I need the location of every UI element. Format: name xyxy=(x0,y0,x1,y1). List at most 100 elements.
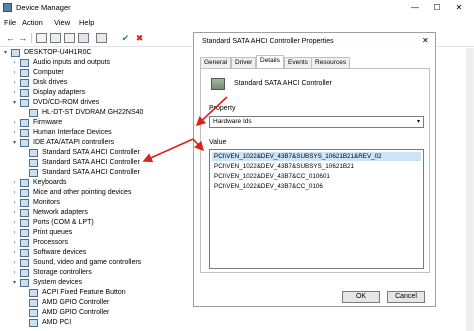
property-dropdown[interactable]: Hardware Ids ▾ xyxy=(209,116,424,128)
menu-action[interactable]: Action xyxy=(22,18,43,27)
close-button[interactable]: ✕ xyxy=(448,0,470,16)
tree-item[interactable]: › Network adapters xyxy=(11,208,192,218)
tree-item[interactable]: ▾ DVD/CD-ROM drives xyxy=(11,98,192,108)
tree-item-label: DVD/CD-ROM drives xyxy=(33,99,100,106)
menu-file[interactable]: File xyxy=(4,18,16,27)
tree-item[interactable]: › Keyboards xyxy=(11,178,192,188)
value-row[interactable]: PCI\VEN_1022&DEV_43B7&SUBSYS_10621B21 xyxy=(212,162,354,171)
tree-item[interactable]: › Software devices xyxy=(11,248,192,258)
expand-chevron-icon[interactable]: › xyxy=(11,218,18,228)
expand-chevron-icon[interactable]: › xyxy=(11,178,18,188)
tree-item-label: Display adapters xyxy=(33,89,86,96)
scan-hardware-icon[interactable] xyxy=(64,33,75,43)
tree-item[interactable]: ▾ IDE ATA/ATAPI controllers xyxy=(11,138,192,148)
menu-view[interactable]: View xyxy=(54,18,70,27)
uninstall-device-icon[interactable]: ✖ xyxy=(134,33,145,43)
expand-chevron-icon[interactable]: ▾ xyxy=(11,138,18,148)
value-row[interactable]: PCI\VEN_1022&DEV_43B7&SUBSYS_10621B21&RE… xyxy=(212,152,421,161)
tab-general[interactable]: General xyxy=(200,57,232,68)
expand-chevron-icon[interactable]: ▾ xyxy=(11,278,18,288)
property-label: Property xyxy=(209,105,236,112)
tree-item-label: Computer xyxy=(33,69,64,76)
tree-item[interactable]: AMD GPIO Controller xyxy=(20,298,192,308)
expand-chevron-icon[interactable]: › xyxy=(11,118,18,128)
tree-item-label: ACPI Fixed Feature Button xyxy=(42,289,126,296)
tree-item[interactable]: › Sound, video and game controllers xyxy=(11,258,192,268)
tree-item[interactable]: › Ports (COM & LPT) xyxy=(11,218,192,228)
tree-item-label: DESKTOP-U4H1R0C xyxy=(24,49,92,56)
tree-item[interactable]: ▾ DESKTOP-U4H1R0C xyxy=(2,48,192,58)
tab-details[interactable]: Details xyxy=(256,55,284,68)
properties-dialog: Standard SATA AHCI Controller Properties… xyxy=(193,32,436,307)
monitor-icon[interactable] xyxy=(78,33,89,43)
expand-chevron-icon[interactable]: › xyxy=(11,228,18,238)
cancel-button[interactable]: Cancel xyxy=(387,291,425,303)
device-category-icon xyxy=(29,299,38,307)
tree-item[interactable]: › Audio inputs and outputs xyxy=(11,58,192,68)
dialog-close-button[interactable]: ✕ xyxy=(422,36,429,45)
expand-chevron-icon[interactable]: › xyxy=(11,68,18,78)
dialog-title: Standard SATA AHCI Controller Properties xyxy=(202,38,334,45)
expand-chevron-icon[interactable]: › xyxy=(11,258,18,268)
tree-item[interactable]: Standard SATA AHCI Controller xyxy=(20,168,192,178)
tree-item[interactable]: › Disk drives xyxy=(11,78,192,88)
help-icon[interactable] xyxy=(50,33,61,43)
forward-arrow-icon[interactable]: → xyxy=(17,33,28,43)
expand-chevron-icon[interactable]: › xyxy=(11,78,18,88)
enable-device-icon[interactable]: ✔ xyxy=(120,33,131,43)
tab-events[interactable]: Events xyxy=(284,57,312,68)
device-category-icon xyxy=(20,59,29,67)
tree-item-label: Disk drives xyxy=(33,79,68,86)
tree-item[interactable]: › Human Interface Devices xyxy=(11,128,192,138)
tree-item[interactable]: AMD GPIO Controller xyxy=(20,308,192,318)
tree-item[interactable]: AMD PCI xyxy=(20,318,192,328)
window-title: Device Manager xyxy=(16,3,71,12)
device-category-icon xyxy=(20,279,29,287)
device-category-icon xyxy=(20,269,29,277)
tree-item[interactable]: ACPI Fixed Feature Button xyxy=(20,288,192,298)
tab-driver[interactable]: Driver xyxy=(231,57,257,68)
expand-chevron-icon[interactable]: ▾ xyxy=(2,48,9,58)
tree-item-label: HL-DT-ST DVDRAM GH22NS40 xyxy=(42,109,144,116)
value-row[interactable]: PCI\VEN_1022&DEV_43B7&CC_0106 xyxy=(212,182,323,191)
tree-item[interactable]: Standard SATA AHCI Controller xyxy=(20,158,192,168)
ok-button[interactable]: OK xyxy=(342,291,380,303)
tree-item[interactable]: › Firmware xyxy=(11,118,192,128)
expand-chevron-icon[interactable]: › xyxy=(11,268,18,278)
tree-item[interactable]: › Processors xyxy=(11,238,192,248)
expand-chevron-icon[interactable]: › xyxy=(11,208,18,218)
title-bar: Device Manager — ☐ ✕ xyxy=(0,0,474,16)
expand-chevron-icon[interactable]: › xyxy=(11,238,18,248)
update-driver-icon[interactable] xyxy=(96,33,107,43)
value-row[interactable]: PCI\VEN_1022&DEV_43B7&CC_010601 xyxy=(212,172,330,181)
tree-item[interactable]: Standard SATA AHCI Controller xyxy=(20,148,192,158)
expand-chevron-icon[interactable]: › xyxy=(11,188,18,198)
expand-chevron-icon[interactable]: › xyxy=(11,58,18,68)
back-arrow-icon[interactable]: ← xyxy=(5,33,16,43)
menu-help[interactable]: Help xyxy=(79,18,94,27)
expand-chevron-icon[interactable]: › xyxy=(11,248,18,258)
tree-item[interactable]: › Print queues xyxy=(11,228,192,238)
tab-resources[interactable]: Resources xyxy=(311,57,351,68)
value-list[interactable]: PCI\VEN_1022&DEV_43B7&SUBSYS_10621B21&RE… xyxy=(209,149,424,269)
tree-item[interactable]: › Display adapters xyxy=(11,88,192,98)
expand-chevron-icon[interactable]: ▾ xyxy=(11,98,18,108)
tree-item[interactable]: › Computer xyxy=(11,68,192,78)
expand-chevron-icon[interactable]: › xyxy=(11,198,18,208)
tree-item[interactable]: › Monitors xyxy=(11,198,192,208)
tree-item-label: AMD GPIO Controller xyxy=(42,299,110,306)
vertical-scrollbar[interactable] xyxy=(466,48,474,331)
minimize-button[interactable]: — xyxy=(404,0,426,16)
chevron-down-icon: ▾ xyxy=(416,119,420,125)
tree-item[interactable]: › Mice and other pointing devices xyxy=(11,188,192,198)
expand-chevron-icon[interactable]: › xyxy=(11,88,18,98)
tree-item-label: Software devices xyxy=(33,249,87,256)
tree-item[interactable]: ▾ System devices xyxy=(11,278,192,288)
expand-chevron-icon[interactable]: › xyxy=(11,128,18,138)
device-category-icon xyxy=(20,209,29,217)
device-category-icon xyxy=(20,69,29,77)
tree-item[interactable]: › Storage controllers xyxy=(11,268,192,278)
tree-item[interactable]: HL-DT-ST DVDRAM GH22NS40 xyxy=(20,108,192,118)
properties-icon[interactable] xyxy=(36,33,47,43)
maximize-button[interactable]: ☐ xyxy=(426,0,448,16)
